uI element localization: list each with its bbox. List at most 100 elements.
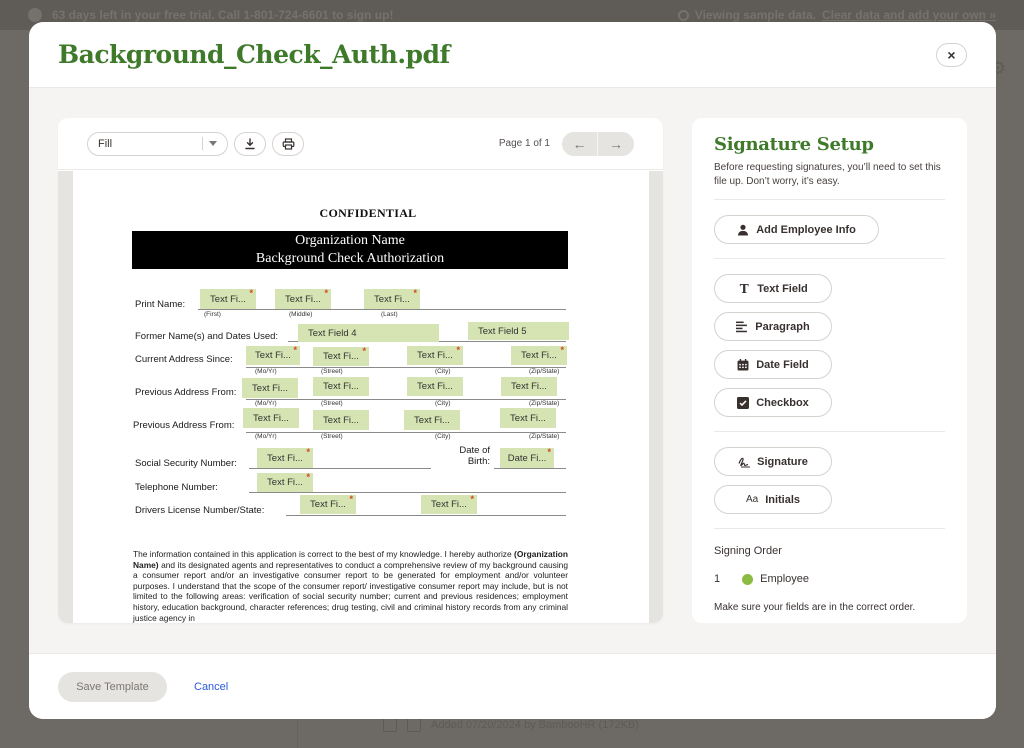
- sample-data-text: Viewing sample data.: [694, 8, 816, 22]
- telephone-line: [249, 492, 566, 493]
- divider: [714, 199, 945, 200]
- info-icon: [28, 8, 42, 22]
- modal-title: Background_Check_Auth.pdf: [58, 40, 450, 69]
- download-icon: [245, 137, 255, 149]
- checkbox-button-label: Checkbox: [756, 396, 809, 409]
- clear-data-link[interactable]: Clear data and add your own »: [822, 8, 996, 22]
- signing-order-label: Signing Order: [714, 545, 782, 557]
- mode-select[interactable]: Fill: [87, 131, 228, 156]
- previous-address-label-2: Previous Address From:: [133, 420, 235, 431]
- pdf-scroll-area[interactable]: CONFIDENTIAL Organization Name Backgroun…: [58, 171, 663, 623]
- text-field-telephone[interactable]: Text Fi... *: [257, 473, 313, 492]
- ssn-label: Social Security Number:: [135, 458, 237, 469]
- text-field-icon: T: [739, 281, 749, 296]
- text-field-5[interactable]: Text Field 5: [468, 322, 569, 340]
- former-names-label: Former Name(s) and Dates Used:: [135, 331, 279, 342]
- folder-icon: [407, 718, 421, 732]
- divider: [714, 431, 945, 432]
- initials-button[interactable]: Aa Initials: [714, 485, 832, 514]
- text-field-license-state[interactable]: Text Fi... *: [421, 495, 477, 514]
- text-field-license-number[interactable]: Text Fi... *: [300, 495, 356, 514]
- signature-button[interactable]: Signature: [714, 447, 832, 476]
- paragraph-button[interactable]: Paragraph: [714, 312, 832, 341]
- date-field-button-label: Date Field: [756, 358, 809, 371]
- viewer-toolbar: Fill Page 1 of 1 ← →: [58, 118, 663, 170]
- sublabel-middle: (Middle): [289, 311, 313, 318]
- drivers-license-line: [286, 515, 566, 516]
- initials-button-label: Initials: [765, 493, 801, 506]
- sublabel-zip-state: (Zip/State): [529, 368, 560, 375]
- text-field-button[interactable]: T Text Field: [714, 274, 832, 303]
- chevron-down-icon: [209, 141, 217, 146]
- modal-body: Fill Page 1 of 1 ← → CONFIDENTIAL Organi…: [29, 88, 996, 653]
- signer-name: Employee: [760, 573, 810, 585]
- previous-address-line-1: [246, 399, 566, 400]
- signing-order-item: 1 Employee: [714, 573, 945, 585]
- next-page-button[interactable]: →: [598, 132, 634, 156]
- paragraph-icon: [736, 321, 748, 332]
- signing-order-note: Make sure your fields are in the correct…: [714, 602, 916, 613]
- text-field-prev1-city[interactable]: Text Fi...: [407, 377, 463, 396]
- sublabel-city: (City): [435, 400, 451, 407]
- text-field-first-name[interactable]: Text Fi... *: [200, 289, 256, 309]
- checkbox-button[interactable]: Checkbox: [714, 388, 832, 417]
- text-field-ssn[interactable]: Text Fi... *: [257, 448, 313, 468]
- sublabel-street: (Street): [321, 400, 343, 407]
- add-employee-info-label: Add Employee Info: [756, 223, 856, 236]
- print-name-label: Print Name:: [135, 299, 186, 310]
- print-button[interactable]: [272, 131, 304, 156]
- paragraph-button-label: Paragraph: [755, 320, 810, 333]
- text-field-prev1-zip[interactable]: Text Fi...: [501, 377, 557, 396]
- text-field-last-name[interactable]: Text Fi... *: [364, 289, 420, 309]
- text-field-prev2-since[interactable]: Text Fi...: [243, 408, 299, 428]
- document-header-banner: Organization Name Background Check Autho…: [132, 231, 568, 269]
- initials-icon: Aa: [745, 494, 759, 505]
- modal-header: Background_Check_Auth.pdf ×: [29, 22, 996, 88]
- text-field-prev1-street[interactable]: Text Fi...: [313, 377, 369, 396]
- text-field-current-city[interactable]: Text Fi... *: [407, 346, 463, 365]
- checkbox-icon: [737, 396, 750, 409]
- confidential-heading: CONFIDENTIAL: [319, 206, 417, 220]
- download-button[interactable]: [234, 131, 266, 156]
- print-name-line: [198, 309, 566, 310]
- text-field-prev2-street[interactable]: Text Fi...: [313, 410, 369, 430]
- text-field-current-since[interactable]: Text Fi... *: [246, 346, 300, 365]
- text-field-4[interactable]: Text Field 4: [298, 324, 439, 342]
- dob-label: Date of Birth:: [459, 445, 490, 467]
- print-icon: [282, 137, 294, 150]
- signature-template-modal: Background_Check_Auth.pdf × Fill Page 1 …: [29, 22, 996, 719]
- sublabel-mo-yr: (Mo/Yr): [255, 368, 277, 375]
- ssn-line: [249, 468, 431, 469]
- previous-page-button[interactable]: ←: [562, 131, 598, 156]
- date-field-dob[interactable]: Date Fi... *: [500, 448, 554, 468]
- text-field-prev1-since[interactable]: Text Fi...: [242, 378, 298, 398]
- close-button[interactable]: ×: [936, 43, 967, 67]
- telephone-label: Telephone Number:: [135, 482, 218, 493]
- add-employee-info-button[interactable]: Add Employee Info: [714, 215, 879, 244]
- current-address-label: Current Address Since:: [135, 354, 233, 365]
- sublabel-zip-state: (Zip/State): [529, 400, 560, 407]
- background-divider: [297, 720, 298, 748]
- text-field-middle-name[interactable]: Text Fi... *: [275, 289, 331, 309]
- sublabel-street: (Street): [321, 368, 343, 375]
- arrow-left-icon: ←: [572, 135, 587, 152]
- sublabel-mo-yr: (Mo/Yr): [255, 433, 277, 440]
- save-template-button[interactable]: Save Template: [58, 671, 167, 702]
- sublabel-city: (City): [435, 433, 451, 440]
- text-field-prev2-city[interactable]: Text Fi...: [404, 410, 460, 430]
- date-field-button[interactable]: Date Field: [714, 350, 832, 379]
- text-field-current-street[interactable]: Text Fi... *: [313, 347, 369, 366]
- sublabel-zip-state: (Zip/State): [529, 433, 560, 440]
- dob-line: [494, 468, 566, 469]
- panel-title: Signature Setup: [714, 134, 874, 155]
- signer-color-dot: [742, 573, 754, 585]
- text-field-prev2-zip[interactable]: Text Fi...: [500, 408, 556, 428]
- cancel-link[interactable]: Cancel: [194, 681, 228, 693]
- select-divider: [202, 137, 203, 150]
- sublabel-city: (City): [435, 368, 451, 375]
- page-navigation: ← →: [562, 131, 634, 156]
- signature-icon: [738, 457, 751, 467]
- signing-order-number: 1: [714, 573, 721, 585]
- text-field-current-zip[interactable]: Text Fi... *: [511, 346, 567, 365]
- page-indicator: Page 1 of 1: [498, 138, 550, 149]
